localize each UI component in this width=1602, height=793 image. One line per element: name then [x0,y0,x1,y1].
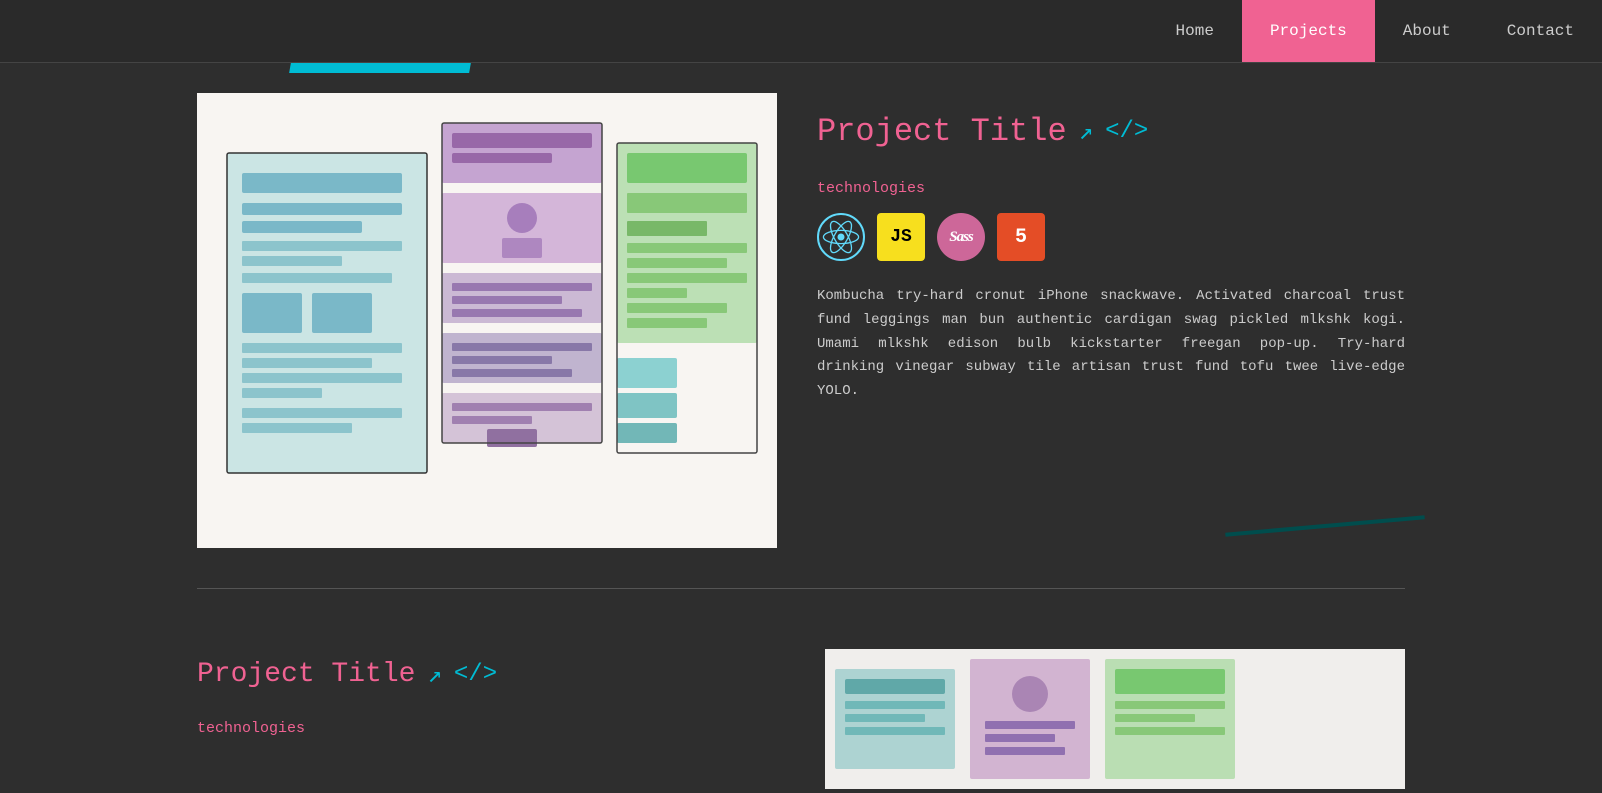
technologies-label-2: technologies [197,720,785,737]
project-link-icon-1[interactable]: ↗ [1079,117,1093,147]
project-image-1 [197,93,777,548]
project-sketch-svg-2 [825,649,1405,789]
project-title-1: Project Title ↗ </> [817,113,1405,150]
project-title-text-1: Project Title [817,113,1067,150]
tech-icons-1: JS Sass 5 [817,213,1405,261]
nav-projects[interactable]: Projects [1242,0,1375,62]
project-title-text-2: Project Title [197,659,415,690]
tech-react-icon [817,213,865,261]
project-code-icon-2[interactable]: </> [454,661,497,688]
tech-html5-icon: 5 [997,213,1045,261]
tech-js-icon: JS [877,213,925,261]
project-card-2: Project Title ↗ </> technologies [197,619,1405,789]
project-link-icon-2[interactable]: ↗ [427,660,441,690]
nav-contact[interactable]: Contact [1479,0,1602,62]
tech-sass-icon: Sass [937,213,985,261]
project-sketch-svg-1 [197,93,777,548]
project-card-1: Project Title ↗ </> technologies [197,93,1405,588]
project-info-1: Project Title ↗ </> technologies [817,93,1405,548]
project-code-icon-1[interactable]: </> [1105,118,1148,145]
navbar: Home Projects About Contact [0,0,1602,63]
main-content: Project Title ↗ </> technologies [0,63,1602,789]
technologies-label-1: technologies [817,180,1405,197]
project-title-2: Project Title ↗ </> [197,659,785,690]
nav-about[interactable]: About [1375,0,1479,62]
decorative-teal-line [1225,515,1425,536]
project-image-2 [825,649,1405,789]
project-info-2: Project Title ↗ </> technologies [197,649,785,789]
section-divider [197,588,1405,589]
nav-home[interactable]: Home [1148,0,1242,62]
project-description-1: Kombucha try-hard cronut iPhone snackwav… [817,285,1405,404]
